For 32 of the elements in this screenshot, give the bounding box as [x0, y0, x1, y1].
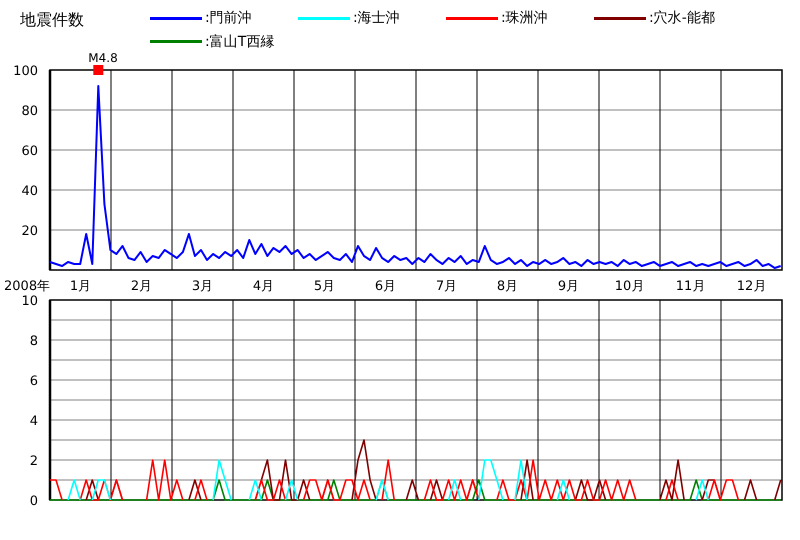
- axis-label: 1月: [70, 279, 92, 294]
- chart-title: 地震件数: [20, 9, 85, 31]
- axis-label: 4月: [252, 279, 274, 294]
- axis-label: 2008年: [4, 279, 50, 294]
- axis-label: 4: [30, 414, 38, 429]
- axis-label: 2: [30, 454, 38, 469]
- axis-label: 11月: [676, 279, 706, 294]
- axis-label: 6: [30, 374, 38, 389]
- legend-label: :海士沖: [353, 9, 400, 27]
- axis-label: 7月: [436, 279, 458, 294]
- axis-label: 10: [21, 294, 38, 309]
- axis-label: 6月: [374, 279, 396, 294]
- axis-label: 3月: [192, 279, 214, 294]
- axis-label: 0: [30, 494, 38, 509]
- axis-label: 5月: [314, 279, 336, 294]
- axis-label: 2月: [130, 279, 152, 294]
- legend-label: :穴水-能都: [649, 9, 715, 27]
- axis-label: 9月: [558, 279, 580, 294]
- event-marker: [93, 65, 104, 75]
- legend-label: :富山T西縁: [205, 32, 274, 50]
- axis-label: 8: [30, 334, 38, 349]
- legend-label: :珠洲沖: [501, 9, 548, 27]
- legend-label: :門前沖: [205, 9, 252, 27]
- annotation-label: M4.8: [88, 51, 118, 65]
- axis-label: 100: [13, 64, 38, 79]
- axis-label: 20: [21, 224, 38, 239]
- axis-label: 80: [21, 104, 38, 119]
- axis-label: 40: [21, 184, 38, 199]
- axis-label: 12月: [736, 279, 766, 294]
- axis-label: 10月: [614, 279, 644, 294]
- axis-label: 8月: [496, 279, 518, 294]
- axis-label: 60: [21, 144, 38, 159]
